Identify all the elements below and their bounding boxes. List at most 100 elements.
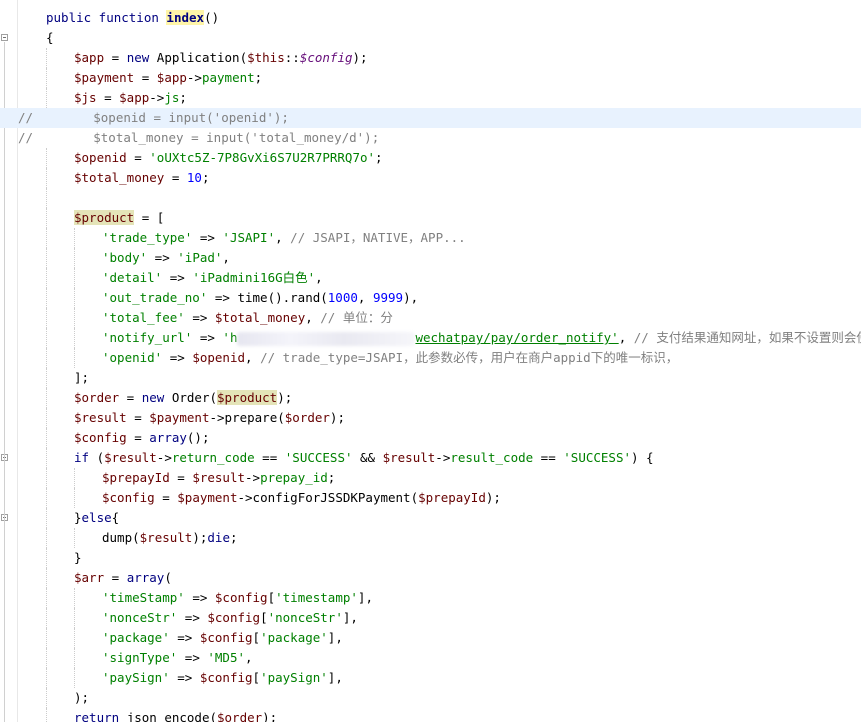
code-token: [ — [252, 670, 261, 685]
line-else[interactable]: }else{ — [0, 508, 861, 528]
code-token: ); — [352, 50, 368, 65]
code-token: , — [315, 270, 323, 285]
line-timestamp[interactable]: 'timeStamp' => $config['timestamp'], — [0, 588, 861, 608]
code-token: $config — [102, 490, 155, 505]
line-arr-open[interactable]: $arr = array( — [0, 568, 861, 588]
indent-guide — [46, 348, 48, 368]
line-total-fee[interactable]: 'total_fee' => $total_money, // 单位：分 — [0, 308, 861, 328]
line-function-signature[interactable]: public function index() — [0, 8, 861, 28]
code-text: 'package' => $config['package'], — [102, 628, 343, 648]
code-text: } — [74, 548, 82, 568]
code-token: ( — [164, 570, 172, 585]
line-product-open[interactable]: $product = [ — [0, 208, 861, 228]
code-token: = — [126, 430, 150, 445]
code-token: 'openid' — [102, 350, 163, 365]
code-text: dump($result);die; — [102, 528, 238, 548]
code-token: { — [111, 510, 120, 525]
line-package[interactable]: 'package' => $config['package'], — [0, 628, 861, 648]
line-if-success[interactable]: if ($result->return_code == 'SUCCESS' &&… — [0, 448, 861, 468]
code-text: 'detail' => 'iPadmini16G白色', — [102, 268, 323, 288]
code-token: ); — [74, 690, 90, 705]
code-token: 1000 — [327, 290, 358, 305]
line-return[interactable]: return json_encode($order); — [0, 708, 861, 722]
code-token: ; — [201, 170, 210, 185]
line-notify-url[interactable]: 'notify_url' => 'h wechatpay/pay/order_no… — [0, 328, 861, 348]
code-token: => — [162, 350, 193, 365]
code-token: ), — [403, 290, 419, 305]
code-token: -> — [435, 450, 451, 465]
code-text: $app = new Application($this::$config); — [74, 48, 368, 68]
line-trade-type[interactable]: 'trade_type' => 'JSAPI', // JSAPI，NATIVE… — [0, 228, 861, 248]
line-result[interactable]: $result = $payment->prepare($order); — [0, 408, 861, 428]
line-order[interactable]: $order = new Order($product); — [0, 388, 861, 408]
line-close-if[interactable]: } — [0, 548, 861, 568]
indent-guide — [46, 588, 48, 608]
line-noncestr[interactable]: 'nonceStr' => $config['nonceStr'], — [0, 608, 861, 628]
code-token: $result — [139, 530, 193, 545]
line-detail[interactable]: 'detail' => 'iPadmini16G白色', — [0, 268, 861, 288]
code-token: ], — [342, 610, 358, 625]
code-token: [ — [252, 630, 261, 645]
indent-guide — [46, 408, 48, 428]
line-payment[interactable]: $payment = $app->payment; — [0, 68, 861, 88]
code-token: = — [164, 170, 187, 185]
line-config-jssdk[interactable]: $config = $payment->configForJSSDKPaymen… — [0, 488, 861, 508]
code-token: $payment — [74, 70, 135, 85]
code-token: 'trade_type' — [102, 230, 193, 245]
line-dump-die[interactable]: dump($result);die; — [0, 528, 861, 548]
code-token: -> — [245, 470, 261, 485]
line-app[interactable]: $app = new Application($this::$config); — [0, 48, 861, 68]
line-comment-total-money[interactable]: // $total_money = input('total_money/d')… — [0, 128, 861, 148]
code-token: = — [134, 70, 157, 85]
indent-guide — [74, 288, 76, 308]
code-token: => — [162, 270, 193, 285]
line-config-array[interactable]: $config = array(); — [0, 428, 861, 448]
code-token: result_code — [450, 450, 534, 465]
line-paysign[interactable]: 'paySign' => $config['paySign'], — [0, 668, 861, 688]
code-token: , — [618, 330, 634, 345]
code-token: public function — [46, 10, 167, 25]
code-token: , — [305, 310, 321, 325]
code-text: public function index() — [46, 8, 219, 28]
code-text: $order = new Order($product); — [74, 388, 292, 408]
indent-guide — [46, 608, 48, 628]
code-token: 'nonceStr' — [102, 610, 178, 625]
code-token: $config — [199, 670, 253, 685]
code-token: return — [74, 710, 127, 722]
code-token: $total_money — [214, 310, 306, 325]
code-token: $config — [199, 630, 253, 645]
line-out-trade-no[interactable]: 'out_trade_no' => time().rand(1000, 9999… — [0, 288, 861, 308]
code-token: $order — [284, 410, 330, 425]
code-token: && — [352, 450, 383, 465]
code-token: $order — [217, 710, 263, 722]
code-token: :: — [284, 50, 300, 65]
line-open-brace[interactable]: { — [0, 28, 861, 48]
code-token: array — [126, 570, 165, 585]
line-signtype[interactable]: 'signType' => 'MD5', — [0, 648, 861, 668]
indent-guide — [74, 608, 76, 628]
code-text: $total_money = 10; — [74, 168, 209, 188]
line-prepay-id[interactable]: $prepayId = $result->prepay_id; — [0, 468, 861, 488]
line-arr-close[interactable]: ); — [0, 688, 861, 708]
line-comment-openid[interactable]: // $openid = input('openid'); — [0, 108, 861, 128]
line-openid-field[interactable]: 'openid' => $openid, // trade_type=JSAPI… — [0, 348, 861, 368]
code-token: ); — [192, 530, 208, 545]
indent-guide — [46, 448, 48, 468]
line-total-money[interactable]: $total_money = 10; — [0, 168, 861, 188]
indent-guide — [46, 48, 48, 68]
code-token: ); — [262, 710, 278, 722]
code-token: == — [533, 450, 564, 465]
code-text: 'nonceStr' => $config['nonceStr'], — [102, 608, 358, 628]
code-token: new — [141, 390, 172, 405]
indent-guide — [74, 468, 76, 488]
line-body[interactable]: 'body' => 'iPad', — [0, 248, 861, 268]
code-token: = — [104, 570, 127, 585]
code-token: 'total_fee' — [102, 310, 185, 325]
code-editor[interactable]: public function index() {$app = new Appli… — [0, 0, 861, 722]
line-openid[interactable]: $openid = 'oUXtc5Z-7P8GvXi6S7U2R7PRRQ7o'… — [0, 148, 861, 168]
code-text: 'openid' => $openid, // trade_type=JSAPI… — [102, 348, 678, 368]
code-token: => — [184, 310, 215, 325]
line-blank-1[interactable] — [0, 188, 861, 208]
line-product-close[interactable]: ]; — [0, 368, 861, 388]
line-js[interactable]: $js = $app->js; — [0, 88, 861, 108]
